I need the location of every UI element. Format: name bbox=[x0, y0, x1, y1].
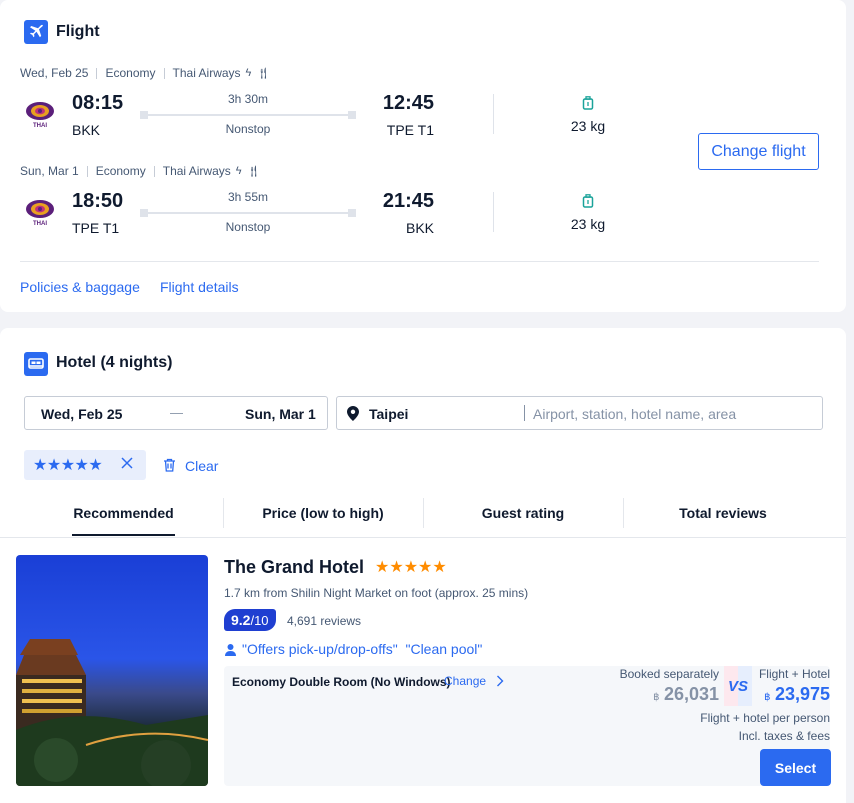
hotel-result-card[interactable]: The Grand Hotel ★★★★★ 1.7 km from Shilin… bbox=[0, 538, 846, 803]
tab-recommended[interactable]: Recommended bbox=[72, 490, 175, 536]
power-icon: ϟ bbox=[245, 67, 252, 79]
flight-card: Flight Wed, Feb 25 Economy Thai Airways … bbox=[0, 0, 846, 312]
leg-2-date: Sun, Mar 1 bbox=[20, 164, 79, 178]
leg-2-departure-code: TPE T1 bbox=[72, 220, 120, 236]
leg-2-stops: Nonstop bbox=[225, 220, 271, 234]
checkout-date[interactable]: Sun, Mar 1 bbox=[245, 406, 316, 422]
hotel-name[interactable]: The Grand Hotel bbox=[224, 557, 364, 578]
tab-guest-rating[interactable]: Guest rating bbox=[423, 490, 623, 536]
leg-2-arrival-code: BKK bbox=[405, 220, 434, 236]
divider bbox=[163, 67, 165, 79]
hotel-card: Hotel (4 nights) Wed, Feb 25 — Sun, Mar … bbox=[0, 328, 846, 490]
leg-1-arrival-code: TPE T1 bbox=[386, 122, 434, 138]
leg-1-airline: Thai Airways bbox=[172, 66, 241, 80]
meal-icon: 🍴︎ bbox=[256, 67, 271, 80]
luggage-icon bbox=[582, 96, 594, 115]
city-value[interactable]: Taipei bbox=[369, 406, 408, 422]
separate-price: ฿ 26,031 bbox=[619, 684, 719, 705]
hotel-distance: 1.7 km from Shilin Night Market on foot … bbox=[224, 586, 529, 600]
trash-icon[interactable] bbox=[163, 458, 176, 477]
checkin-date[interactable]: Wed, Feb 25 bbox=[41, 406, 122, 422]
power-icon: ϟ bbox=[235, 165, 242, 177]
leg-2-duration: 3h 55m bbox=[227, 190, 269, 204]
leg-1-baggage: 23 kg bbox=[570, 118, 606, 134]
thai-logo-text: THAI bbox=[33, 221, 47, 227]
rating-score: 9.2 bbox=[231, 612, 251, 628]
room-type: Economy Double Room (No Windows) bbox=[232, 675, 451, 689]
leg-1-departure-time: 08:15 bbox=[72, 92, 124, 114]
leg-1-duration: 3h 30m bbox=[227, 92, 269, 106]
clear-filters-link[interactable]: Clear bbox=[185, 458, 218, 474]
thai-airways-logo: THAI bbox=[23, 196, 57, 230]
hotel-photo[interactable] bbox=[16, 555, 208, 786]
change-flight-button[interactable]: Change flight bbox=[698, 133, 819, 170]
select-button[interactable]: Select bbox=[760, 749, 831, 786]
leg-2-baggage: 23 kg bbox=[570, 216, 606, 232]
change-room-link[interactable]: Change bbox=[444, 674, 504, 688]
policies-baggage-link[interactable]: Policies & baggage bbox=[20, 279, 140, 295]
bundle-amount: 23,975 bbox=[774, 684, 830, 704]
separate-currency: ฿ bbox=[653, 692, 660, 703]
tab-price-low-high[interactable]: Price (low to high) bbox=[223, 490, 423, 536]
hotel-search-placeholder[interactable]: Airport, station, hotel name, area bbox=[533, 406, 736, 422]
location-pin-icon bbox=[347, 406, 359, 426]
sort-tabs: Recommended Price (low to high) Guest ra… bbox=[0, 490, 846, 538]
leg-2-departure-time: 18:50 bbox=[72, 190, 124, 212]
leg-2-cabin: Economy bbox=[95, 164, 146, 178]
separate-label: Booked separately bbox=[619, 667, 719, 681]
tab-total-reviews[interactable]: Total reviews bbox=[623, 490, 823, 536]
room-offer-panel: Economy Double Room (No Windows) Change … bbox=[224, 666, 830, 786]
meal-icon: 🍴︎ bbox=[246, 165, 261, 178]
airplane-icon bbox=[24, 20, 48, 44]
luggage-icon bbox=[582, 194, 594, 213]
taxes-note: Incl. taxes & fees bbox=[738, 729, 830, 743]
divider bbox=[493, 94, 494, 134]
flight-details-link[interactable]: Flight details bbox=[160, 279, 239, 295]
leg-1-date: Wed, Feb 25 bbox=[20, 66, 89, 80]
leg-2-route-line bbox=[140, 209, 356, 217]
rating-max: /10 bbox=[250, 612, 269, 628]
change-room-label[interactable]: Change bbox=[444, 674, 486, 688]
divider bbox=[86, 165, 88, 177]
guest-highlights: "Offers pick-up/drop-offs" "Clean pool" bbox=[242, 641, 483, 657]
leg-1-departure-code: BKK bbox=[72, 122, 101, 138]
hotel-star-rating: ★★★★★ bbox=[375, 559, 447, 576]
divider bbox=[493, 192, 494, 232]
leg-1-meta: Wed, Feb 25 Economy Thai Airways ϟ 🍴︎ bbox=[20, 66, 270, 80]
active-tab-underline bbox=[72, 534, 175, 536]
per-person-note: Flight + hotel per person bbox=[700, 711, 830, 725]
divider bbox=[20, 261, 819, 262]
date-range-picker[interactable]: Wed, Feb 25 — Sun, Mar 1 bbox=[24, 396, 328, 430]
flight-section-title: Flight bbox=[56, 23, 100, 40]
hotel-section-title: Hotel (4 nights) bbox=[56, 354, 173, 371]
leg-2-airline: Thai Airways bbox=[162, 164, 231, 178]
rating-badge: 9.2 /10 bbox=[224, 609, 276, 631]
destination-search[interactable]: Taipei Airport, station, hotel name, are… bbox=[336, 396, 823, 430]
review-count: 4,691 reviews bbox=[287, 614, 362, 628]
leg-1-stops: Nonstop bbox=[225, 122, 271, 136]
leg-2-arrival-time: 21:45 bbox=[382, 190, 434, 212]
divider bbox=[96, 67, 98, 79]
thai-airways-logo: THAI bbox=[23, 98, 57, 132]
thai-logo-text: THAI bbox=[33, 123, 47, 129]
bundle-label: Flight + Hotel bbox=[758, 667, 830, 681]
leg-1-arrival-time: 12:45 bbox=[382, 92, 434, 114]
divider bbox=[153, 165, 155, 177]
bundle-currency: ฿ bbox=[764, 692, 771, 703]
leg-2-meta: Sun, Mar 1 Economy Thai Airways ϟ 🍴︎ bbox=[20, 164, 261, 178]
chevron-right-icon bbox=[497, 675, 504, 687]
close-icon[interactable] bbox=[121, 456, 133, 474]
leg-1-cabin: Economy bbox=[105, 66, 156, 80]
leg-1-route-line bbox=[140, 111, 356, 119]
date-dash: — bbox=[170, 405, 183, 420]
star-filter-chip[interactable]: ★★★★★ bbox=[24, 450, 146, 480]
divider bbox=[524, 405, 525, 421]
user-icon bbox=[225, 643, 236, 661]
bed-icon bbox=[24, 352, 48, 376]
bundle-price: ฿ 23,975 bbox=[710, 684, 830, 705]
five-star-filter: ★★★★★ bbox=[33, 457, 103, 474]
